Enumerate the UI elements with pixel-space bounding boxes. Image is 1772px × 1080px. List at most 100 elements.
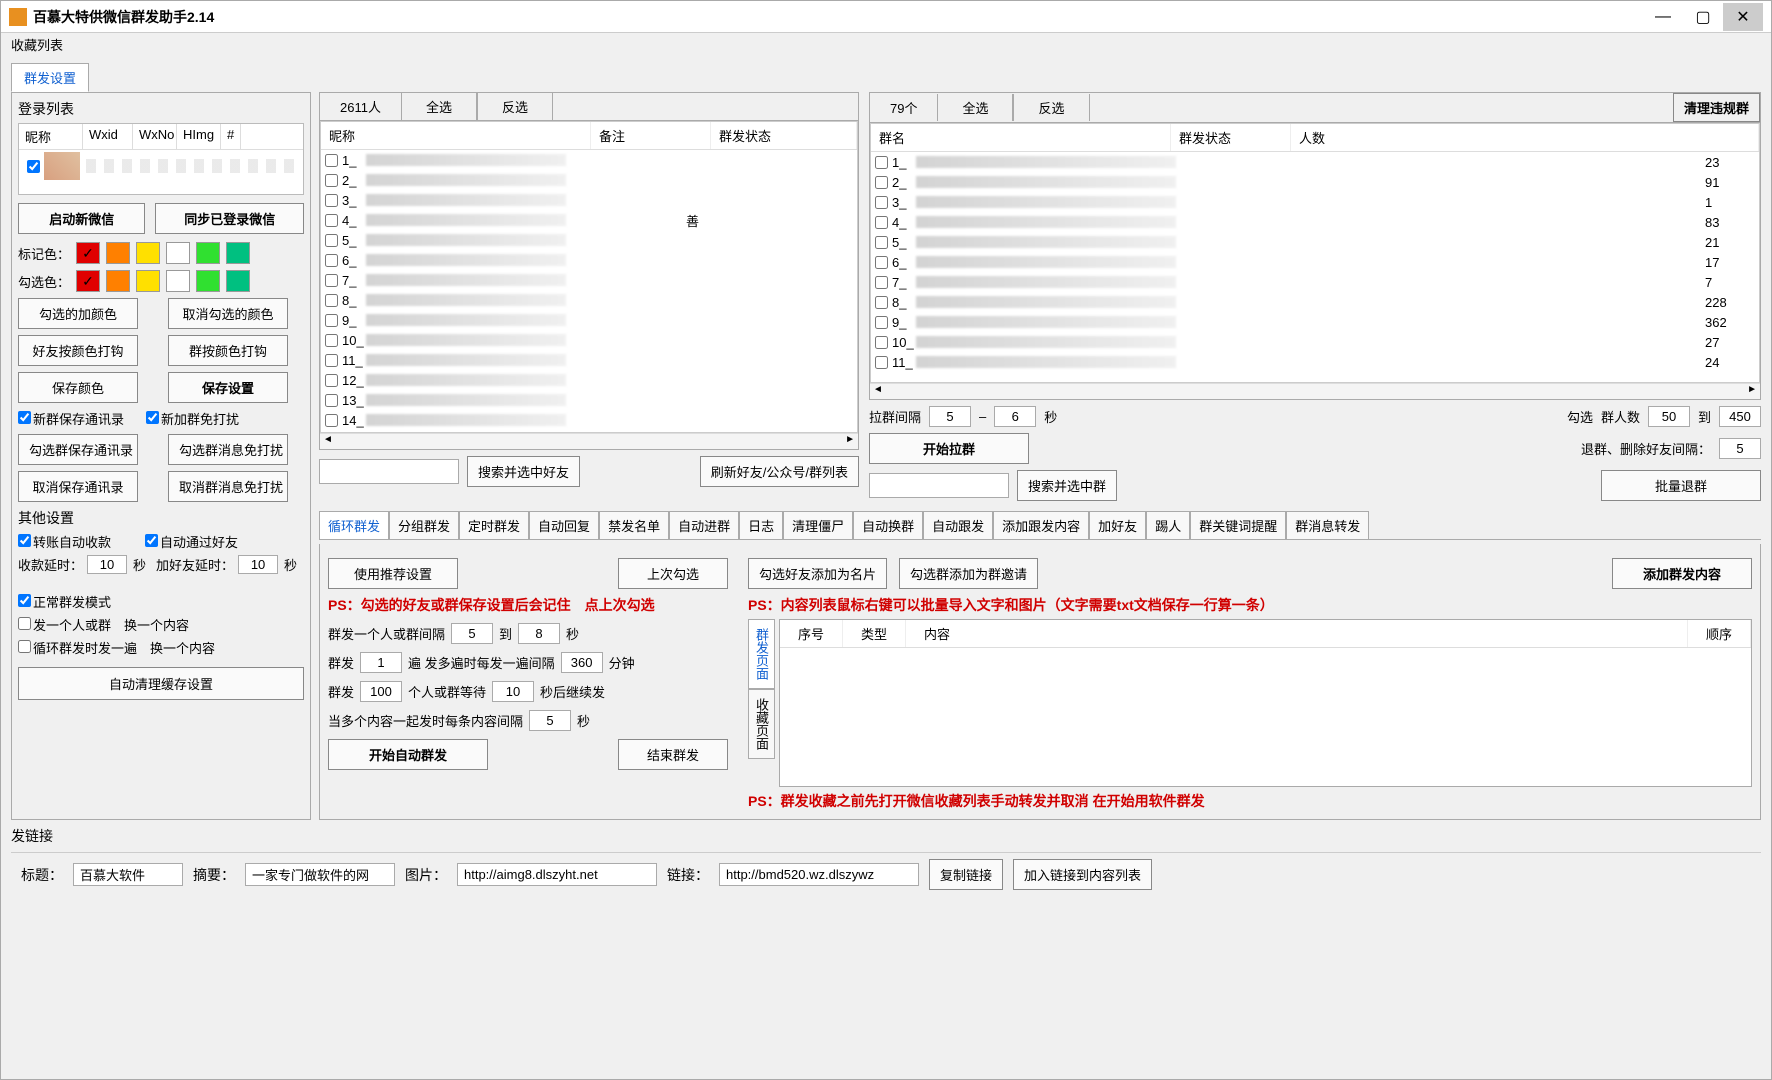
close-button[interactable]: ✕ xyxy=(1723,3,1763,31)
save-settings-button[interactable]: 保存设置 xyxy=(168,372,288,403)
friend-row[interactable]: 9_ xyxy=(321,310,857,330)
lower-tab-6[interactable]: 日志 xyxy=(739,511,783,539)
group-row[interactable]: 10_27 xyxy=(871,332,1759,352)
group-row-check[interactable] xyxy=(875,156,888,169)
friend-row[interactable]: 2_ xyxy=(321,170,857,190)
lower-tab-7[interactable]: 清理僵尸 xyxy=(783,511,853,539)
friend-row[interactable]: 5_ xyxy=(321,230,857,250)
add-delay-input[interactable] xyxy=(238,555,278,574)
add-as-card-button[interactable]: 勾选好友添加为名片 xyxy=(748,558,887,589)
group-row-check[interactable] xyxy=(875,256,888,269)
add-color-button[interactable]: 勾选的加颜色 xyxy=(18,298,138,329)
p3-count[interactable] xyxy=(360,681,402,702)
use-recommend-button[interactable]: 使用推荐设置 xyxy=(328,558,458,589)
friend-row[interactable]: 11_ xyxy=(321,350,857,370)
vtab-send-page[interactable]: 群发页面 xyxy=(748,619,775,689)
lower-tab-9[interactable]: 自动跟发 xyxy=(923,511,993,539)
check-swatch-yellow[interactable] xyxy=(136,270,160,292)
group-search-button[interactable]: 搜索并选中群 xyxy=(1017,470,1117,501)
cancel-save-button[interactable]: 取消保存通讯录 xyxy=(18,471,138,502)
chk-normal-mode[interactable] xyxy=(18,594,31,607)
friend-row[interactable]: 13_ xyxy=(321,390,857,410)
lower-tab-4[interactable]: 禁发名单 xyxy=(599,511,669,539)
group-list[interactable]: 1_232_913_14_835_216_177_78_2289_36210_2… xyxy=(871,152,1759,383)
auto-clean-cache-button[interactable]: 自动清理缓存设置 xyxy=(18,667,304,700)
cancel-dnd-button[interactable]: 取消群消息免打扰 xyxy=(168,471,288,502)
lower-tab-0[interactable]: 循环群发 xyxy=(319,511,389,539)
group-row[interactable]: 11_24 xyxy=(871,352,1759,372)
group-row[interactable]: 8_228 xyxy=(871,292,1759,312)
check-swatch-red[interactable] xyxy=(76,270,100,292)
pull-from-input[interactable] xyxy=(929,406,971,427)
lower-tab-13[interactable]: 群关键词提醒 xyxy=(1190,511,1286,539)
minimize-button[interactable]: — xyxy=(1643,3,1683,31)
group-row[interactable]: 1_23 xyxy=(871,152,1759,172)
mark-swatch-teal[interactable] xyxy=(226,242,250,264)
mark-swatch-yellow[interactable] xyxy=(136,242,160,264)
friend-row-check[interactable] xyxy=(325,194,338,207)
group-row-check[interactable] xyxy=(875,296,888,309)
friend-select-all[interactable]: 全选 xyxy=(401,93,477,120)
chk-auto-transfer[interactable] xyxy=(18,534,31,547)
end-send-button[interactable]: 结束群发 xyxy=(618,739,728,770)
group-row-check[interactable] xyxy=(875,236,888,249)
group-row[interactable]: 5_21 xyxy=(871,232,1759,252)
friend-row-check[interactable] xyxy=(325,414,338,427)
lower-tab-1[interactable]: 分组群发 xyxy=(389,511,459,539)
p1-from[interactable] xyxy=(451,623,493,644)
add-content-button[interactable]: 添加群发内容 xyxy=(1612,558,1752,589)
mark-swatch-red[interactable] xyxy=(76,242,100,264)
chk-per-content[interactable] xyxy=(18,617,31,630)
maximize-button[interactable]: ▢ xyxy=(1683,3,1723,31)
group-row[interactable]: 3_1 xyxy=(871,192,1759,212)
group-row-check[interactable] xyxy=(875,276,888,289)
group-row-check[interactable] xyxy=(875,216,888,229)
friend-row[interactable]: 3_ xyxy=(321,190,857,210)
lower-tab-3[interactable]: 自动回复 xyxy=(529,511,599,539)
cancel-color-button[interactable]: 取消勾选的颜色 xyxy=(168,298,288,329)
group-row-check[interactable] xyxy=(875,176,888,189)
group-color-check-button[interactable]: 群按颜色打钩 xyxy=(168,335,288,366)
friend-color-check-button[interactable]: 好友按颜色打钩 xyxy=(18,335,138,366)
chk-auto-accept[interactable] xyxy=(145,534,158,547)
friend-row[interactable]: 7_ xyxy=(321,270,857,290)
group-row[interactable]: 7_7 xyxy=(871,272,1759,292)
friend-row[interactable]: 4_善 xyxy=(321,210,857,230)
add-link-button[interactable]: 加入链接到内容列表 xyxy=(1013,859,1152,890)
check-swatch-orange[interactable] xyxy=(106,270,130,292)
group-select-all[interactable]: 全选 xyxy=(937,94,1013,121)
friend-search-button[interactable]: 搜索并选中好友 xyxy=(467,456,580,487)
link-image-input[interactable] xyxy=(457,863,657,886)
group-invert[interactable]: 反选 xyxy=(1013,94,1089,121)
p2-interval[interactable] xyxy=(561,652,603,673)
group-row-check[interactable] xyxy=(875,336,888,349)
batch-quit-button[interactable]: 批量退群 xyxy=(1601,470,1761,501)
friend-row[interactable]: 6_ xyxy=(321,250,857,270)
friend-row-check[interactable] xyxy=(325,234,338,247)
p2-rounds[interactable] xyxy=(360,652,402,673)
start-auto-send-button[interactable]: 开始自动群发 xyxy=(328,739,488,770)
lower-tab-14[interactable]: 群消息转发 xyxy=(1286,511,1369,539)
lower-tab-11[interactable]: 加好友 xyxy=(1089,511,1146,539)
friend-scrollbar[interactable] xyxy=(320,433,858,449)
friend-invert[interactable]: 反选 xyxy=(477,93,553,120)
friend-row-check[interactable] xyxy=(325,174,338,187)
last-selection-button[interactable]: 上次勾选 xyxy=(618,558,728,589)
sync-wechat-button[interactable]: 同步已登录微信 xyxy=(155,203,304,234)
quit-del-input[interactable] xyxy=(1719,438,1761,459)
pull-to-input[interactable] xyxy=(994,406,1036,427)
group-row[interactable]: 9_362 xyxy=(871,312,1759,332)
friend-row-check[interactable] xyxy=(325,254,338,267)
friend-row[interactable]: 14_ xyxy=(321,410,857,430)
friend-row-check[interactable] xyxy=(325,394,338,407)
friend-row[interactable]: 1_ xyxy=(321,150,857,170)
clean-violation-button[interactable]: 清理违规群 xyxy=(1673,93,1760,122)
refresh-list-button[interactable]: 刷新好友/公众号/群列表 xyxy=(700,456,859,487)
friend-row[interactable]: 10_ xyxy=(321,330,857,350)
lower-tab-2[interactable]: 定时群发 xyxy=(459,511,529,539)
recv-delay-input[interactable] xyxy=(87,555,127,574)
friend-row-check[interactable] xyxy=(325,314,338,327)
login-row[interactable] xyxy=(19,150,303,182)
friend-row-check[interactable] xyxy=(325,154,338,167)
friend-row-check[interactable] xyxy=(325,374,338,387)
